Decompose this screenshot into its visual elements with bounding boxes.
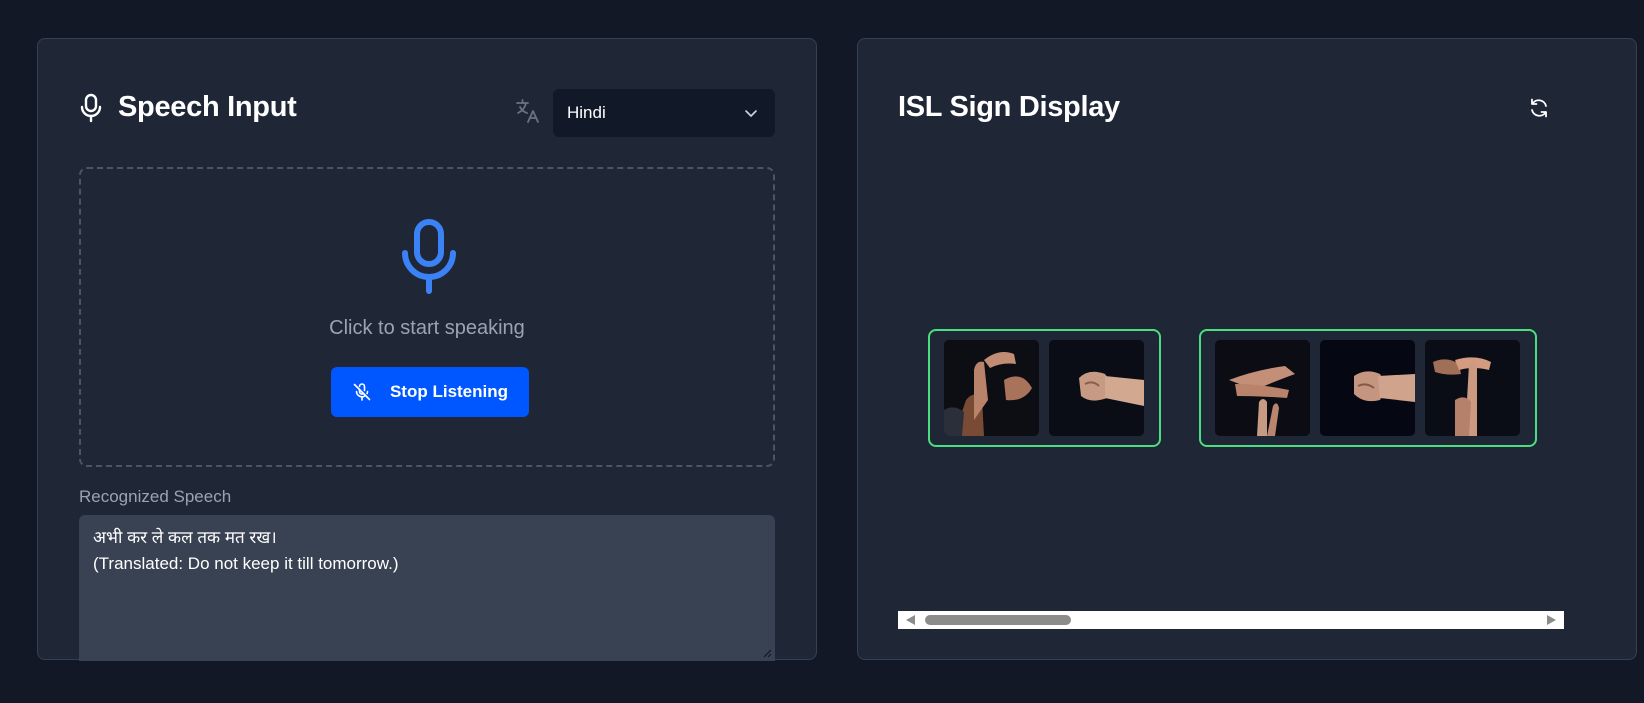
large-microphone-icon[interactable] <box>399 219 459 295</box>
microphone-off-icon <box>353 383 371 401</box>
speech-input-panel: Speech Input Hindi Click to start speaki… <box>37 38 817 661</box>
start-speaking-hint: Click to start speaking <box>329 317 525 339</box>
scroll-left-arrow-icon[interactable] <box>906 615 915 625</box>
hand-sign-image <box>1425 340 1520 436</box>
sign-word-group <box>928 329 1161 447</box>
scrollbar-thumb[interactable] <box>925 615 1071 625</box>
hand-sign-image <box>1320 340 1415 436</box>
speech-drop-zone[interactable]: Click to start speaking Stop Listening <box>79 167 775 467</box>
speech-input-title: Speech Input <box>118 91 297 123</box>
sign-word-group <box>1199 329 1537 447</box>
horizontal-scrollbar[interactable] <box>898 611 1564 629</box>
translate-icon <box>516 99 539 123</box>
microphone-icon <box>80 93 102 123</box>
resize-grip-icon[interactable] <box>762 648 772 658</box>
chevron-down-icon <box>745 110 757 117</box>
scroll-right-arrow-icon[interactable] <box>1547 615 1556 625</box>
hand-sign-image <box>1215 340 1310 436</box>
stop-listening-label: Stop Listening <box>389 382 509 401</box>
hand-sign-image <box>1049 340 1144 436</box>
hand-sign-image <box>944 340 1039 436</box>
recognized-speech-textarea[interactable]: अभी कर ले कल तक मत रख। (Translated: Do n… <box>79 515 775 661</box>
recognized-speech-label: Recognized Speech <box>79 487 232 506</box>
isl-sign-title: ISL Sign Display <box>898 91 1120 123</box>
language-select-value: Hindi <box>567 103 606 122</box>
recognized-text-hindi: अभी कर ले कल तक मत रख। <box>93 528 277 547</box>
language-select[interactable]: Hindi <box>553 89 775 137</box>
refresh-icon[interactable] <box>1528 97 1550 119</box>
stop-listening-button[interactable]: Stop Listening <box>331 367 529 417</box>
recognized-text-translation: (Translated: Do not keep it till tomorro… <box>93 554 399 573</box>
isl-sign-panel: ISL Sign Display <box>857 38 1637 660</box>
